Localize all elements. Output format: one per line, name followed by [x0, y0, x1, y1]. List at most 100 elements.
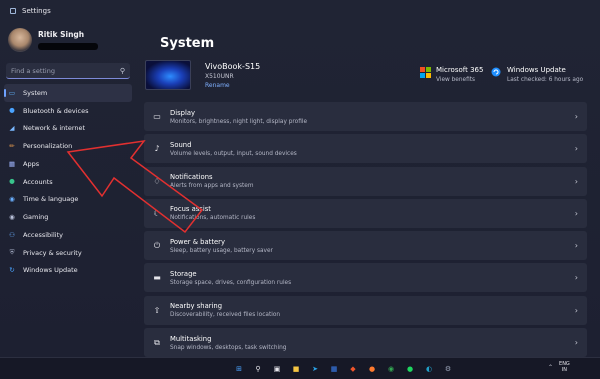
- sidebar-item-bluetooth[interactable]: ● Bluetooth & devices: [4, 102, 132, 120]
- chevron-up-icon[interactable]: ⌃: [548, 364, 553, 371]
- system-icon: ▭: [8, 88, 16, 97]
- search-input[interactable]: Find a setting ⚲: [6, 63, 130, 79]
- settings-app-icon: [10, 8, 16, 14]
- card-title: Notifications: [170, 173, 213, 182]
- card-subtitle: Discoverability, received files location: [170, 312, 281, 319]
- store-icon[interactable]: ▦: [327, 362, 341, 376]
- microsoft-365-tile[interactable]: Microsoft 365 View benefits: [420, 66, 483, 83]
- sidebar-item-accounts[interactable]: ● Accounts: [4, 173, 132, 191]
- update-icon: ↻: [9, 266, 15, 275]
- bluetooth-icon: ●: [9, 106, 15, 115]
- chevron-right-icon: ›: [574, 241, 578, 251]
- card-subtitle: Snap windows, desktops, task switching: [170, 344, 287, 351]
- settings-list: ▭ Display Monitors, brightness, night li…: [144, 102, 587, 360]
- card-notifications[interactable]: ♢ Notifications Alerts from apps and sys…: [144, 166, 587, 196]
- display-icon: ▭: [153, 112, 161, 121]
- tile-title: Windows Update: [507, 66, 566, 74]
- network-icon: ◢: [9, 124, 15, 133]
- sidebar-item-label: Accessibility: [23, 230, 63, 239]
- power-icon: ⏻: [153, 240, 161, 250]
- accessibility-icon: ⚇: [9, 230, 15, 239]
- sidebar-item-label: Privacy & security: [23, 248, 82, 257]
- card-title: Nearby sharing: [170, 302, 223, 311]
- chevron-right-icon: ›: [574, 176, 578, 186]
- brave-icon[interactable]: ◆: [346, 362, 360, 376]
- device-model: X510UNR: [205, 72, 234, 80]
- tile-subtitle[interactable]: View benefits: [436, 77, 483, 83]
- sidebar: Ritik Singh Find a setting ⚲ ▭ System ● …: [0, 22, 138, 357]
- settings-icon[interactable]: ⚙: [441, 362, 455, 376]
- taskbar: ⊞ ⚲ ▣ ■ ➤ ▦ ◆ ● ◉ ● ◐ ⚙ ⌃ ENG IN: [0, 357, 600, 379]
- sidebar-nav: ▭ System ● Bluetooth & devices ◢ Network…: [4, 84, 132, 279]
- card-power-battery[interactable]: ⏻ Power & battery Sleep, battery usage, …: [144, 231, 587, 261]
- sidebar-item-apps[interactable]: ▦ Apps: [4, 155, 132, 173]
- telegram-icon[interactable]: ➤: [308, 362, 322, 376]
- sidebar-item-label: Time & language: [23, 195, 79, 204]
- windows-update-tile[interactable]: Windows Update Last checked: 6 hours ago: [491, 66, 583, 83]
- card-storage[interactable]: ▬ Storage Storage space, drives, configu…: [144, 263, 587, 293]
- taskbar-apps: ⊞ ⚲ ▣ ■ ➤ ▦ ◆ ● ◉ ● ◐ ⚙: [232, 362, 460, 376]
- sidebar-item-label: Network & internet: [23, 124, 86, 133]
- settings-window: Settings Ritik Singh Find a setting ⚲ ▭ …: [0, 0, 600, 360]
- tile-title: Microsoft 365: [436, 66, 484, 74]
- globe-icon: ◉: [9, 195, 15, 204]
- card-nearby-sharing[interactable]: ⇧ Nearby sharing Discoverability, receiv…: [144, 295, 587, 325]
- card-title: Power & battery: [170, 237, 225, 246]
- chevron-right-icon: ›: [574, 208, 578, 218]
- region-code: IN: [561, 367, 568, 373]
- card-display[interactable]: ▭ Display Monitors, brightness, night li…: [144, 102, 587, 131]
- card-title: Display: [170, 108, 196, 117]
- spotify-icon[interactable]: ●: [403, 362, 417, 376]
- card-focus-assist[interactable]: ☾ Focus assist Notifications, automatic …: [144, 198, 587, 228]
- tile-subtitle: Last checked: 6 hours ago: [507, 77, 584, 83]
- window-title: Settings: [22, 7, 51, 15]
- card-subtitle: Sleep, battery usage, battery saver: [170, 247, 273, 254]
- card-multitasking[interactable]: ⧉ Multitasking Snap windows, desktops, t…: [144, 328, 587, 358]
- rename-link[interactable]: Rename: [205, 82, 260, 89]
- sidebar-item-network[interactable]: ◢ Network & internet: [4, 120, 132, 138]
- search-icon[interactable]: ⚲: [120, 67, 125, 75]
- update-icon: [491, 67, 501, 77]
- sidebar-item-time-language[interactable]: ◉ Time & language: [4, 191, 132, 209]
- firefox-icon[interactable]: ●: [365, 362, 379, 376]
- search-placeholder: Find a setting: [11, 66, 55, 75]
- start-icon[interactable]: ⊞: [232, 362, 246, 376]
- card-subtitle: Storage space, drives, configuration rul…: [170, 279, 292, 286]
- sidebar-item-gaming[interactable]: ◉ Gaming: [4, 208, 132, 226]
- chevron-right-icon: ›: [574, 144, 578, 154]
- task-view-icon[interactable]: ▣: [270, 362, 284, 376]
- chevron-right-icon: ›: [574, 273, 578, 283]
- sidebar-item-personalization[interactable]: ✏ Personalization: [4, 137, 132, 155]
- card-subtitle: Volume levels, output, input, sound devi…: [170, 150, 297, 157]
- search-icon[interactable]: ⚲: [251, 362, 265, 376]
- sidebar-item-privacy[interactable]: ⛨ Privacy & security: [4, 244, 132, 262]
- shield-icon: ⛨: [9, 248, 15, 257]
- sidebar-item-windows-update[interactable]: ↻ Windows Update: [4, 262, 132, 280]
- edge-icon[interactable]: ◐: [422, 362, 436, 376]
- chevron-right-icon: ›: [574, 305, 578, 315]
- gaming-icon: ◉: [9, 212, 15, 221]
- sidebar-item-label: Personalization: [23, 142, 73, 151]
- language-indicator[interactable]: ENG IN: [559, 361, 570, 373]
- chevron-right-icon: ›: [574, 112, 578, 121]
- user-profile[interactable]: Ritik Singh: [8, 28, 98, 52]
- apps-icon: ▦: [8, 159, 16, 168]
- sidebar-item-accessibility[interactable]: ⚇ Accessibility: [4, 226, 132, 244]
- multitask-icon: ⧉: [154, 337, 160, 347]
- sidebar-item-system[interactable]: ▭ System: [4, 84, 132, 102]
- card-sound[interactable]: ♪ Sound Volume levels, output, input, so…: [144, 134, 587, 164]
- card-subtitle: Monitors, brightness, night light, displ…: [170, 118, 308, 125]
- brush-icon: ✏: [9, 141, 15, 150]
- sidebar-item-label: Gaming: [23, 213, 49, 222]
- avatar[interactable]: [8, 28, 32, 52]
- profile-email-redacted: [38, 43, 98, 50]
- sidebar-item-label: System: [23, 88, 48, 97]
- share-icon: ⇧: [153, 305, 161, 315]
- explorer-icon[interactable]: ■: [289, 362, 303, 376]
- microsoft-icon: [420, 67, 431, 78]
- sidebar-item-label: Windows Update: [23, 266, 78, 275]
- chrome-icon[interactable]: ◉: [384, 362, 398, 376]
- profile-name: Ritik Singh: [38, 30, 85, 39]
- sidebar-item-label: Apps: [23, 159, 40, 168]
- device-banner: VivoBook-S15 X510UNR Rename: [145, 60, 260, 90]
